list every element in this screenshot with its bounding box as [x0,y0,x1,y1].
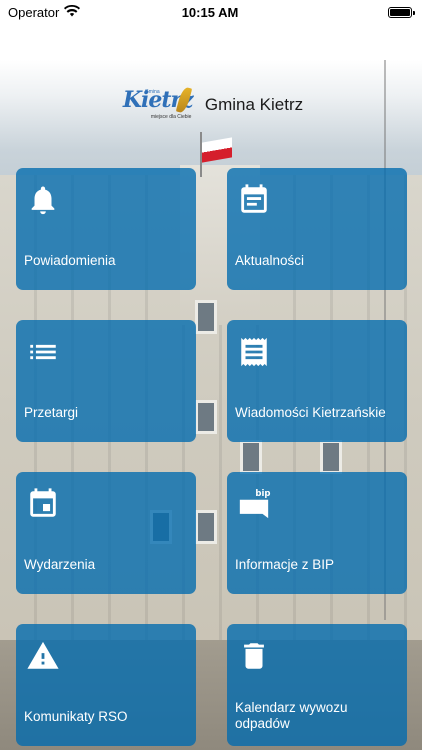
tile-label: Aktualności [235,253,305,268]
tile-label: Wiadomości Kietrzańskie [235,405,386,420]
tile-wydarzenia[interactable]: Wydarzenia [16,472,196,594]
svg-text:bip: bip [255,489,270,499]
tile-label: Wydarzenia [24,557,96,572]
tile-informacje-z-bip[interactable]: bip Informacje z BIP [227,472,407,594]
calendar-news-icon [237,183,271,217]
warning-icon [26,639,60,673]
bip-icon: bip [237,487,271,521]
trash-icon [237,639,271,673]
tile-label: Kalendarz wywozu odpadów [235,700,348,731]
polish-flag [202,137,232,163]
app-header: Gmina Kietrz miejsce dla Ciebie Gmina Ki… [0,82,422,128]
logo-tagline: miejsce dla Ciebie [150,114,192,120]
tile-label: Komunikaty RSO [24,709,128,724]
tile-aktualnosci[interactable]: Aktualności [227,168,407,290]
carrier-label: Operator [8,4,60,20]
event-calendar-icon [26,487,60,521]
tile-wiadomosci-kietrzanskie[interactable]: Wiadomości Kietrzańskie [227,320,407,442]
app-title: Gmina Kietrz [204,95,304,114]
tile-przetargi[interactable]: Przetargi [16,320,196,442]
tile-komunikaty-rso[interactable]: Komunikaty RSO [16,624,196,746]
wifi-icon [64,4,81,20]
status-time: 10:15 AM [181,4,239,20]
gmina-kietrz-logo: Gmina Kietrz miejsce dla Ciebie [122,86,194,120]
menu-grid: Powiadomienia Aktualności Przetargi Wiad… [16,168,408,746]
receipt-icon [237,335,271,369]
tile-label: Powiadomienia [24,253,116,268]
status-bar: Operator 10:15 AM [0,0,422,24]
bell-icon [26,183,60,217]
tile-kalendarz-wywozu-odpadow[interactable]: Kalendarz wywozu odpadów [227,624,407,746]
tile-label: Informacje z BIP [235,557,335,572]
tile-powiadomienia[interactable]: Powiadomienia [16,168,196,290]
tile-label: Przetargi [24,405,79,420]
battery-icon [387,6,415,18]
list-icon [26,335,60,369]
